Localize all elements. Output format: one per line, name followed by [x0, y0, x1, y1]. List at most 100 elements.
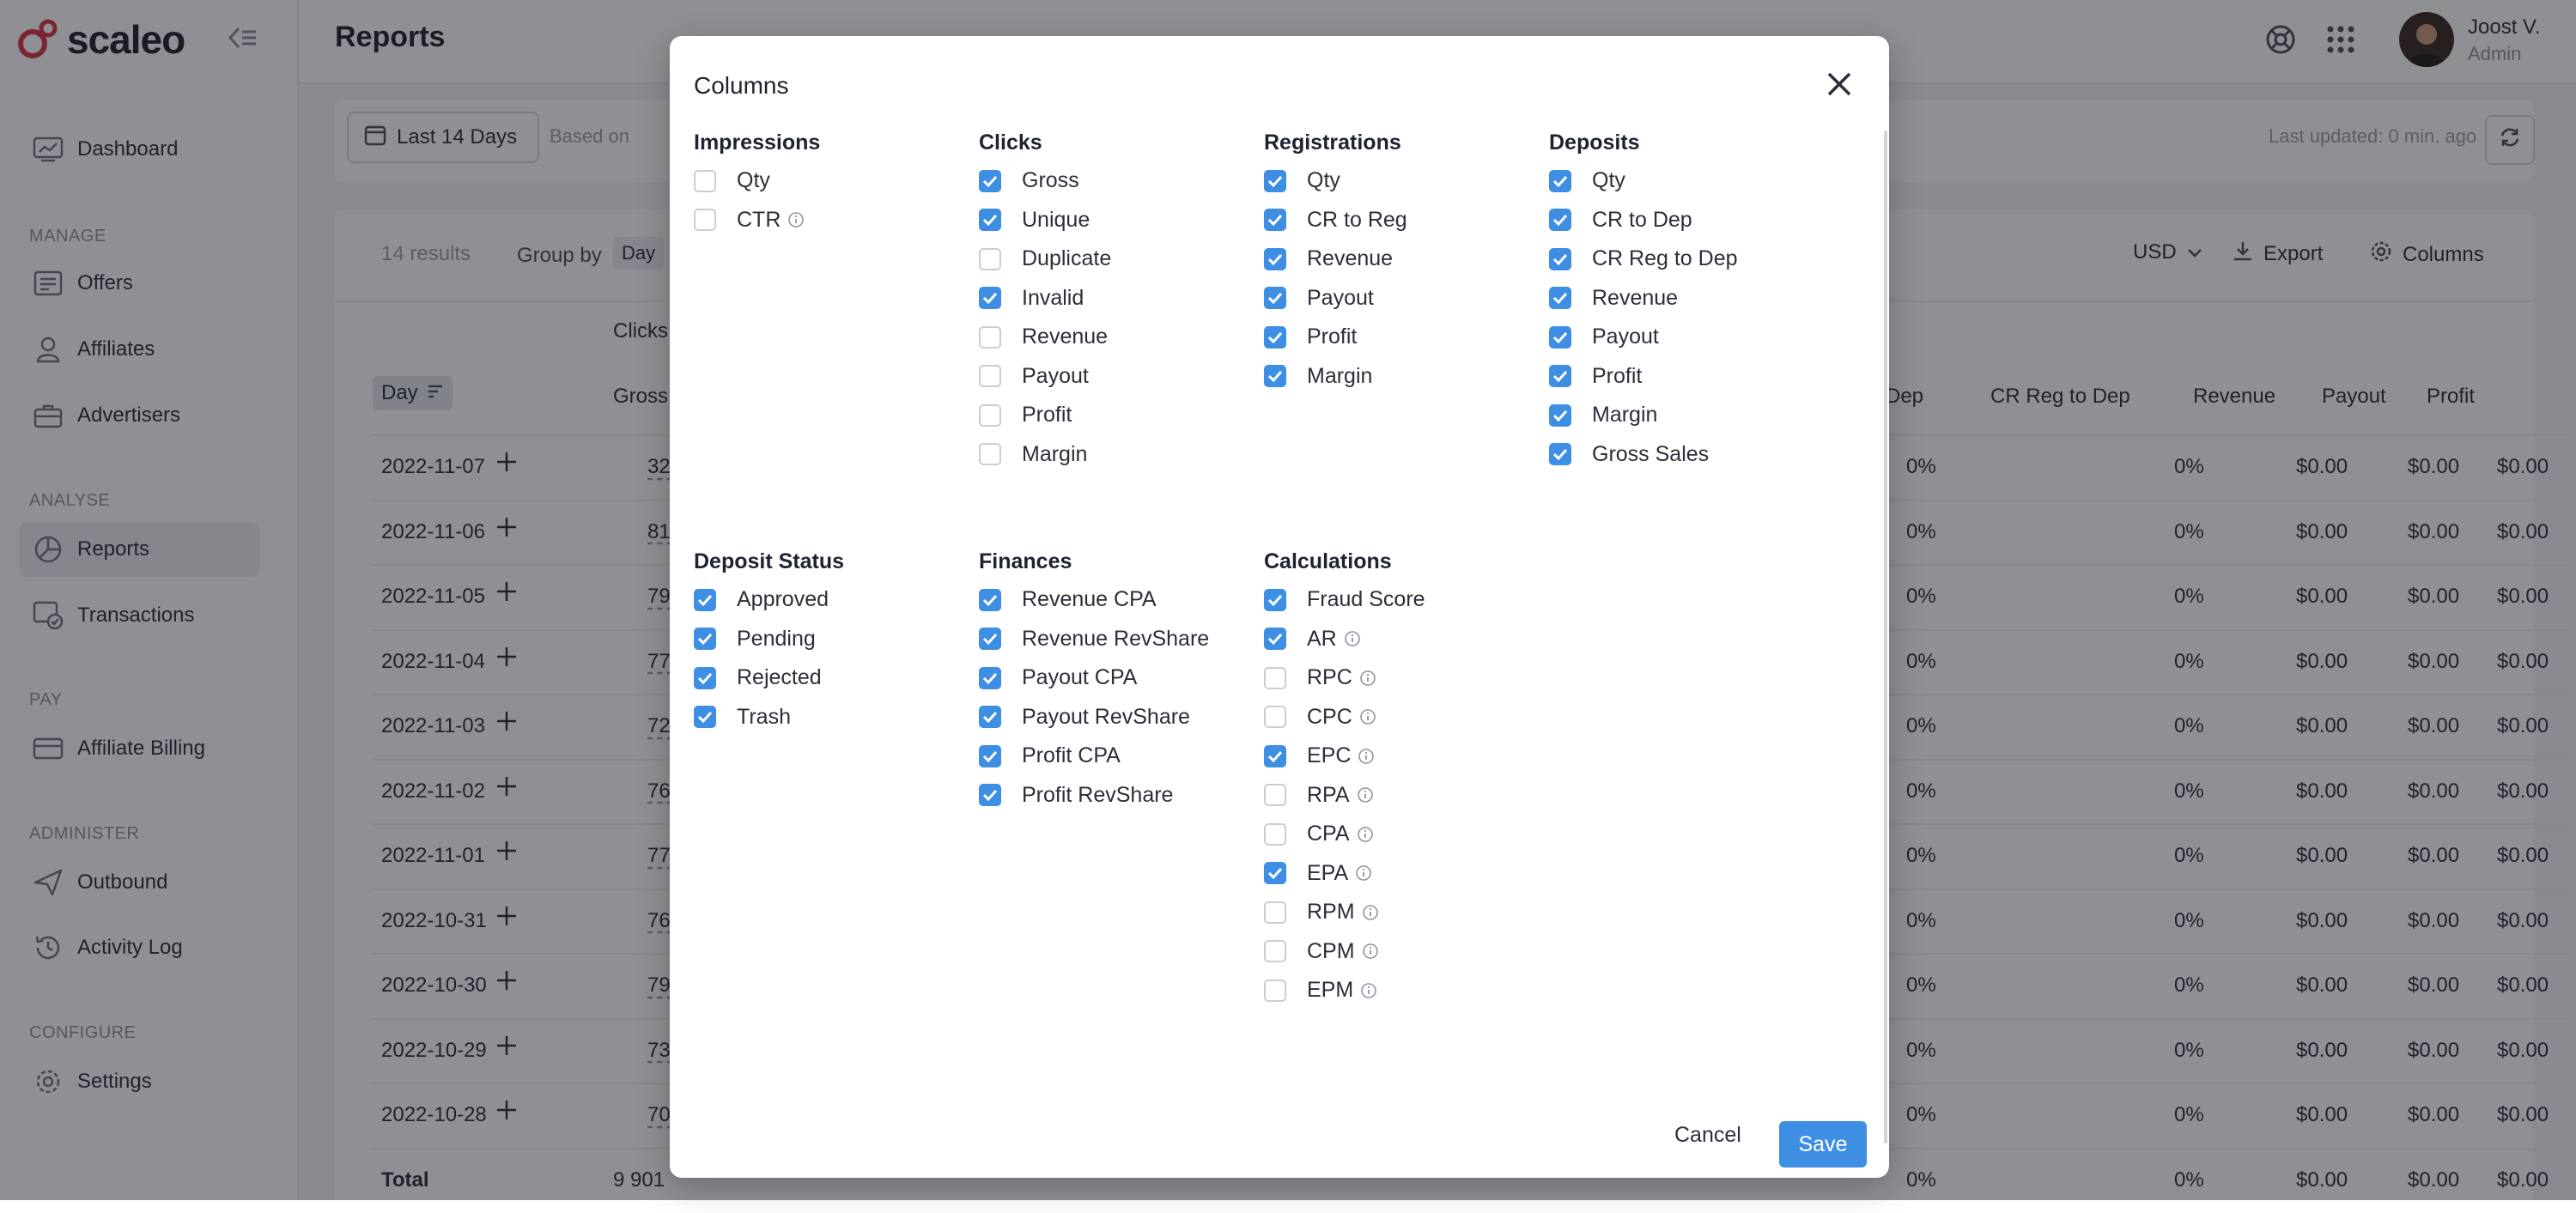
column-option-clicks-payout[interactable]: Payout — [979, 357, 1111, 397]
checkbox-unchecked[interactable] — [979, 443, 1001, 466]
checkbox-checked[interactable] — [1264, 588, 1286, 611]
column-option-clicks-profit[interactable]: Profit — [979, 396, 1111, 435]
checkbox-checked[interactable] — [1549, 403, 1571, 427]
column-option-registrations-qty[interactable]: Qty — [1264, 161, 1407, 201]
column-option-calculations-rpm[interactable]: RPM — [1264, 893, 1425, 932]
checkbox-checked[interactable] — [1264, 169, 1286, 192]
column-option-impressions-qty[interactable]: Qty — [694, 161, 820, 201]
info-icon[interactable] — [1360, 982, 1377, 999]
column-option-deposit-status-rejected[interactable]: Rejected — [694, 658, 844, 698]
column-option-registrations-profit[interactable]: Profit — [1264, 318, 1407, 357]
checkbox-checked[interactable] — [979, 666, 1001, 689]
checkbox-checked[interactable] — [694, 628, 716, 651]
column-option-clicks-revenue[interactable]: Revenue — [979, 318, 1111, 357]
checkbox-unchecked[interactable] — [979, 247, 1001, 270]
column-option-deposits-qty[interactable]: Qty — [1549, 161, 1738, 201]
info-icon[interactable] — [1358, 748, 1375, 765]
close-icon[interactable] — [1822, 67, 1856, 101]
checkbox-checked[interactable] — [1264, 209, 1286, 232]
column-option-deposits-payout[interactable]: Payout — [1549, 318, 1738, 357]
column-option-deposits-cr-reg-to-dep[interactable]: CR Reg to Dep — [1549, 240, 1738, 279]
checkbox-checked[interactable] — [1264, 744, 1286, 767]
column-option-calculations-epm[interactable]: EPM — [1264, 971, 1425, 1010]
checkbox-unchecked[interactable] — [1264, 666, 1286, 689]
column-option-calculations-epa[interactable]: EPA — [1264, 854, 1425, 894]
checkbox-checked[interactable] — [1264, 628, 1286, 651]
info-icon[interactable] — [1362, 943, 1379, 960]
checkbox-checked[interactable] — [1549, 247, 1571, 270]
column-option-finances-payout-revshare[interactable]: Payout RevShare — [979, 698, 1209, 737]
checkbox-checked[interactable] — [979, 588, 1001, 611]
column-option-deposits-profit[interactable]: Profit — [1549, 357, 1738, 397]
column-option-calculations-epc[interactable]: EPC — [1264, 737, 1425, 776]
checkbox-checked[interactable] — [694, 666, 716, 689]
checkbox-unchecked[interactable] — [694, 169, 716, 192]
column-option-calculations-ar[interactable]: AR — [1264, 620, 1425, 659]
checkbox-unchecked[interactable] — [979, 325, 1001, 349]
column-option-clicks-unique[interactable]: Unique — [979, 201, 1111, 240]
checkbox-checked[interactable] — [1264, 287, 1286, 310]
checkbox-unchecked[interactable] — [1264, 979, 1286, 1002]
checkbox-checked[interactable] — [979, 706, 1001, 729]
column-option-registrations-payout[interactable]: Payout — [1264, 279, 1407, 318]
checkbox-checked[interactable] — [1264, 247, 1286, 270]
checkbox-checked[interactable] — [979, 169, 1001, 192]
column-option-finances-payout-cpa[interactable]: Payout CPA — [979, 658, 1209, 698]
column-option-registrations-revenue[interactable]: Revenue — [1264, 240, 1407, 279]
column-option-finances-revenue-revshare[interactable]: Revenue RevShare — [979, 620, 1209, 659]
column-option-deposits-gross-sales[interactable]: Gross Sales — [1549, 435, 1738, 475]
column-option-calculations-cpc[interactable]: CPC — [1264, 698, 1425, 737]
info-icon[interactable] — [1359, 670, 1376, 687]
checkbox-unchecked[interactable] — [1264, 901, 1286, 924]
column-option-clicks-invalid[interactable]: Invalid — [979, 279, 1111, 318]
save-button[interactable]: Save — [1779, 1121, 1867, 1168]
checkbox-unchecked[interactable] — [979, 365, 1001, 388]
checkbox-checked[interactable] — [694, 706, 716, 729]
column-option-deposits-cr-to-dep[interactable]: CR to Dep — [1549, 201, 1738, 240]
checkbox-checked[interactable] — [1549, 169, 1571, 192]
checkbox-checked[interactable] — [979, 744, 1001, 767]
column-option-deposit-status-pending[interactable]: Pending — [694, 620, 844, 659]
column-option-registrations-cr-to-reg[interactable]: CR to Reg — [1264, 201, 1407, 240]
column-option-clicks-duplicate[interactable]: Duplicate — [979, 240, 1111, 279]
checkbox-unchecked[interactable] — [1264, 706, 1286, 729]
column-option-deposit-status-trash[interactable]: Trash — [694, 698, 844, 737]
checkbox-checked[interactable] — [1549, 325, 1571, 349]
checkbox-unchecked[interactable] — [694, 209, 716, 232]
dialog-scrollbar[interactable] — [1884, 130, 1887, 1143]
column-option-impressions-ctr[interactable]: CTR — [694, 201, 820, 240]
column-option-clicks-gross[interactable]: Gross — [979, 161, 1111, 201]
checkbox-checked[interactable] — [1264, 365, 1286, 388]
column-option-calculations-fraud-score[interactable]: Fraud Score — [1264, 580, 1425, 620]
checkbox-checked[interactable] — [1549, 365, 1571, 388]
column-option-registrations-margin[interactable]: Margin — [1264, 357, 1407, 397]
cancel-button[interactable]: Cancel — [1674, 1123, 1741, 1148]
checkbox-checked[interactable] — [1549, 443, 1571, 466]
checkbox-checked[interactable] — [694, 588, 716, 611]
checkbox-checked[interactable] — [979, 628, 1001, 651]
column-option-finances-profit-revshare[interactable]: Profit RevShare — [979, 776, 1209, 816]
checkbox-unchecked[interactable] — [1264, 822, 1286, 846]
column-option-deposits-revenue[interactable]: Revenue — [1549, 279, 1738, 318]
checkbox-checked[interactable] — [1549, 209, 1571, 232]
info-icon[interactable] — [1355, 864, 1372, 882]
checkbox-unchecked[interactable] — [1264, 940, 1286, 963]
column-option-deposits-margin[interactable]: Margin — [1549, 396, 1738, 435]
checkbox-unchecked[interactable] — [1264, 784, 1286, 807]
checkbox-checked[interactable] — [1264, 862, 1286, 885]
column-option-calculations-cpa[interactable]: CPA — [1264, 815, 1425, 854]
info-icon[interactable] — [1357, 826, 1374, 843]
info-icon[interactable] — [1344, 630, 1361, 647]
checkbox-checked[interactable] — [979, 209, 1001, 232]
checkbox-checked[interactable] — [979, 784, 1001, 807]
column-option-calculations-rpc[interactable]: RPC — [1264, 658, 1425, 698]
checkbox-checked[interactable] — [1264, 325, 1286, 349]
column-option-finances-revenue-cpa[interactable]: Revenue CPA — [979, 580, 1209, 620]
checkbox-checked[interactable] — [979, 287, 1001, 310]
info-icon[interactable] — [787, 211, 805, 228]
column-option-deposit-status-approved[interactable]: Approved — [694, 580, 844, 620]
column-option-calculations-rpa[interactable]: RPA — [1264, 776, 1425, 816]
checkbox-checked[interactable] — [1549, 287, 1571, 310]
column-option-calculations-cpm[interactable]: CPM — [1264, 932, 1425, 972]
info-icon[interactable] — [1359, 708, 1376, 725]
